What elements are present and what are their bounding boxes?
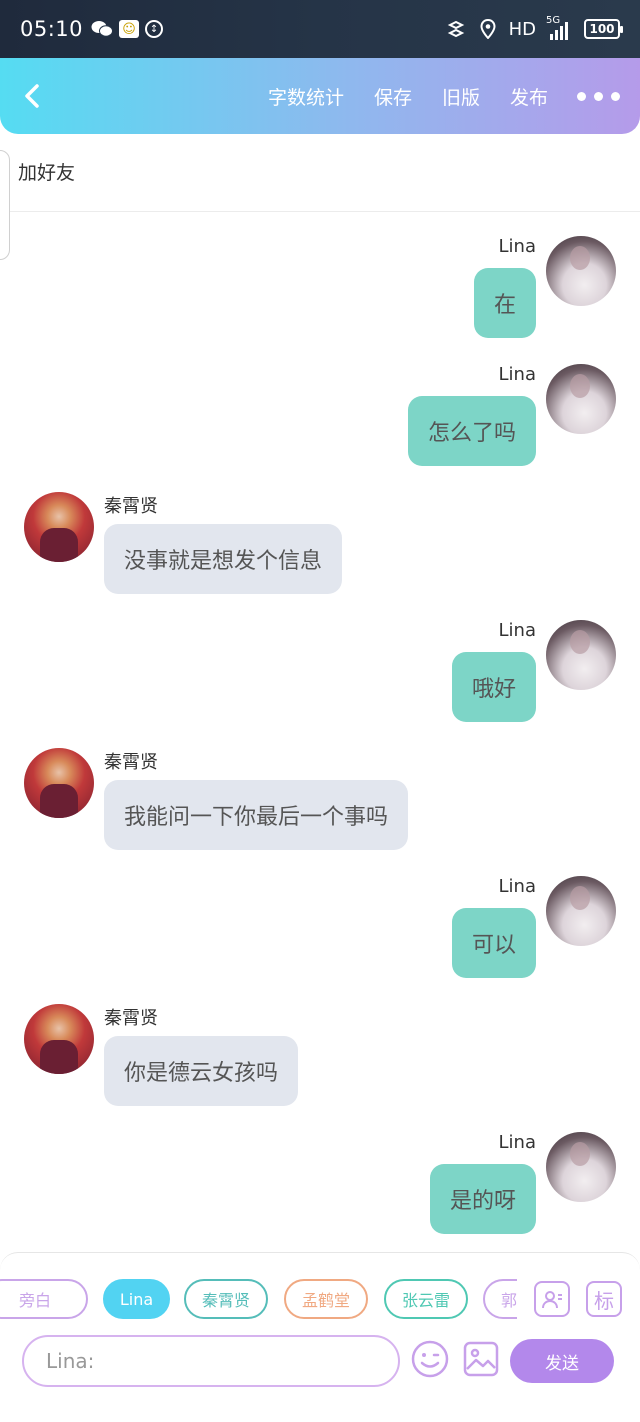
send-button[interactable]: 发送 [510, 1339, 614, 1383]
top-bar: 字数统计 保存 旧版 发布 [0, 58, 640, 134]
avatar[interactable] [546, 1132, 616, 1202]
wechat-icon [91, 19, 114, 39]
sender-name: Lina [498, 620, 536, 641]
more-horizontal-icon [577, 91, 586, 101]
message-bubble[interactable]: 我能问一下你最后一个事吗 [104, 780, 409, 850]
image-button[interactable] [461, 1339, 501, 1379]
character-chip[interactable]: 张云雷 [384, 1279, 468, 1319]
signal-icon: 5G [546, 15, 574, 40]
character-chip-selected[interactable]: Lina [103, 1279, 170, 1319]
status-time: 05:10 [20, 17, 84, 41]
sender-name: Lina [498, 364, 536, 385]
battery-icon: 100 [584, 19, 623, 39]
message-bubble[interactable]: 怎么了吗 [407, 396, 536, 466]
word-count-button[interactable]: 字数统计 [253, 83, 359, 110]
avatar[interactable] [546, 620, 616, 690]
chevron-left-icon [25, 84, 39, 108]
character-manage-button[interactable] [534, 1281, 570, 1317]
publish-button[interactable]: 发布 [495, 83, 563, 110]
user-card-icon [542, 1291, 562, 1309]
sender-name: 秦霄贤 [104, 1008, 158, 1029]
location-icon [477, 19, 499, 39]
character-chip[interactable]: 孟鹤堂 [284, 1279, 368, 1319]
tag-button[interactable]: 标 [586, 1281, 622, 1317]
more-button[interactable] [563, 91, 640, 101]
avatar[interactable] [546, 876, 616, 946]
emoji-button[interactable] [410, 1339, 450, 1379]
message-bubble[interactable]: 是的呀 [429, 1164, 536, 1234]
emoji-icon [411, 1340, 449, 1378]
character-chip[interactable]: 郭 [483, 1279, 517, 1319]
status-bar: 05:10 ☺ ↕ HD 5G 100 [0, 0, 640, 58]
avatar[interactable] [546, 236, 616, 306]
message-input[interactable]: Lina: [22, 1335, 400, 1387]
sender-name: Lina [498, 236, 536, 257]
avatar[interactable] [24, 1004, 94, 1074]
hotspot-icon [445, 19, 467, 39]
add-friend-row: 加好友 [0, 148, 640, 260]
data-saver-icon: ↕ [145, 20, 164, 38]
message-bubble[interactable]: 可以 [451, 908, 536, 978]
composer-panel: 旁白 Lina 秦霄贤 孟鹤堂 张云雷 郭 标 Lina: 发送 [0, 1252, 640, 1422]
back-button[interactable] [0, 58, 64, 134]
qq-icon: ☺ [119, 20, 140, 38]
character-chip[interactable]: 旁白 [0, 1279, 88, 1319]
image-icon [463, 1341, 499, 1377]
avatar[interactable] [546, 364, 616, 434]
character-chip[interactable]: 秦霄贤 [184, 1279, 268, 1319]
old-version-button[interactable]: 旧版 [427, 83, 495, 110]
sender-name: 秦霄贤 [104, 496, 158, 517]
message-bubble[interactable]: 你是德云女孩吗 [104, 1036, 299, 1106]
message-bubble[interactable]: 哦好 [451, 652, 536, 722]
message-bubble[interactable]: 没事就是想发个信息 [104, 524, 343, 594]
hd-label: HD [508, 18, 536, 40]
sender-name: Lina [498, 876, 536, 897]
character-selector[interactable]: 旁白 Lina 秦霄贤 孟鹤堂 张云雷 郭 [0, 1279, 517, 1321]
sender-name: Lina [498, 1132, 536, 1153]
add-friend-button[interactable]: 加好友 [18, 158, 75, 185]
avatar[interactable] [24, 748, 94, 818]
save-button[interactable]: 保存 [359, 83, 427, 110]
avatar[interactable] [24, 492, 94, 562]
message-bubble[interactable]: 在 [473, 268, 536, 338]
chat-list[interactable]: Lina 在 Lina 怎么了吗 秦霄贤 没事就是想发个信息 Lina 哦好 秦… [0, 212, 640, 1252]
sender-name: 秦霄贤 [104, 752, 158, 773]
